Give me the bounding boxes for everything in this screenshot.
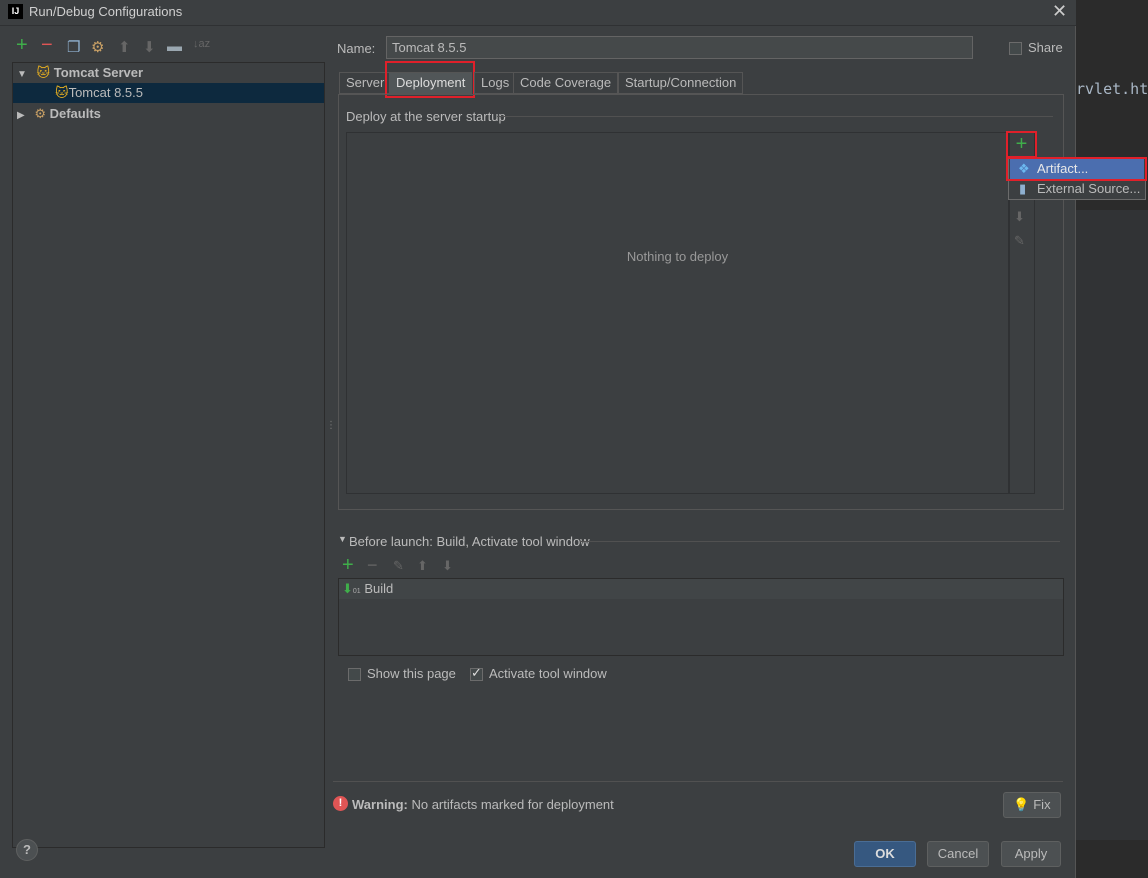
move-down-icon: ⬇: [143, 39, 156, 56]
share-checkbox[interactable]: Share: [1009, 40, 1063, 56]
edit-task-icon: ✎: [393, 558, 404, 573]
move-down-icon: ⬇: [442, 558, 453, 573]
divider: [333, 781, 1063, 782]
ok-button[interactable]: OK: [854, 841, 916, 867]
warning-text: No artifacts marked for deployment: [411, 797, 614, 812]
lightbulb-icon: 💡: [1013, 797, 1030, 812]
deploy-section-label: Deploy at the server startup: [346, 109, 506, 124]
run-debug-dialog: IJ Run/Debug Configurations ✕ + − ❐ ⚙ ⬆ …: [0, 0, 1076, 878]
folder-icon[interactable]: ▬: [167, 38, 182, 55]
show-page-checkbox[interactable]: Show this page: [348, 666, 456, 682]
copy-icon[interactable]: ❐: [67, 38, 80, 56]
tab-startup-connection[interactable]: Startup/Connection: [618, 72, 744, 94]
add-deployment-button[interactable]: +: [1006, 131, 1037, 158]
tab-code-coverage[interactable]: Code Coverage: [513, 72, 619, 94]
archive-icon: ▮: [1019, 181, 1027, 196]
fix-label: Fix: [1033, 797, 1051, 812]
before-launch-list: ⬇01 Build: [338, 578, 1064, 656]
apply-button[interactable]: Apply: [1001, 841, 1061, 867]
editor-panel: [1076, 210, 1148, 840]
empty-text: Nothing to deploy: [626, 249, 729, 264]
menu-label: External Source...: [1037, 181, 1141, 196]
collapse-arrow-icon[interactable]: ▶: [17, 110, 25, 121]
tab-logs[interactable]: Logs: [474, 72, 517, 94]
fix-button[interactable]: 💡 Fix: [1003, 792, 1061, 818]
activate-tool-checkbox[interactable]: ✓ Activate tool window: [470, 665, 607, 682]
build-icon: ⬇: [342, 581, 353, 596]
task-item-build[interactable]: ⬇01 Build: [339, 579, 1063, 599]
highlight-box: [1006, 157, 1147, 181]
splitter-handle[interactable]: ⋮: [326, 420, 336, 431]
remove-icon[interactable]: −: [41, 34, 53, 57]
collapse-arrow-icon[interactable]: ▼: [338, 534, 347, 544]
tree-item-tomcat-server[interactable]: ▼ 🐱 Tomcat Server: [13, 63, 324, 83]
sort-icon: ↓az: [193, 38, 211, 50]
remove-task-icon: −: [367, 555, 378, 575]
wrench-icon[interactable]: ⚙: [91, 38, 104, 56]
tab-server[interactable]: Server: [339, 72, 392, 94]
before-launch-label[interactable]: Before launch: Build, Activate tool wind…: [349, 534, 590, 549]
warning-icon: !: [333, 796, 348, 811]
move-down-icon: ⬇: [1014, 209, 1025, 224]
menu-item-external-source[interactable]: ▮ External Source...: [1010, 179, 1144, 199]
name-label: Name:: [337, 41, 376, 56]
wrench-icon: ⚙: [34, 106, 46, 121]
tomcat-icon: 🐱: [36, 65, 51, 80]
warning-message: Warning: No artifacts marked for deploym…: [352, 797, 614, 812]
checkbox-label: Show this page: [367, 666, 456, 681]
divider: [580, 541, 1060, 542]
tomcat-icon: 🐱: [55, 85, 69, 100]
title-bar: IJ Run/Debug Configurations ✕: [0, 0, 1076, 26]
divider: [497, 116, 1053, 117]
edit-icon: ✎: [1014, 233, 1025, 248]
add-task-icon[interactable]: +: [342, 554, 354, 577]
expand-arrow-icon[interactable]: ▼: [17, 69, 27, 80]
close-icon[interactable]: ✕: [1052, 1, 1067, 22]
config-tree: ▼ 🐱 Tomcat Server 🐱Tomcat 8.5.5 ▶ ⚙ Defa…: [12, 62, 325, 848]
window-title: Run/Debug Configurations: [29, 4, 183, 19]
help-button[interactable]: ?: [16, 839, 38, 861]
warning-bold: Warning:: [352, 797, 408, 812]
tree-label: Tomcat Server: [53, 65, 144, 80]
cancel-button[interactable]: Cancel: [927, 841, 989, 867]
tree-item-tomcat-855[interactable]: 🐱Tomcat 8.5.5: [13, 83, 324, 103]
tree-label: Defaults: [49, 106, 101, 121]
task-label: Build: [364, 581, 394, 596]
move-up-icon: ⬆: [417, 558, 428, 573]
share-label: Share: [1028, 40, 1063, 55]
checkbox-label: Activate tool window: [489, 666, 607, 681]
move-up-icon: ⬆: [118, 39, 131, 56]
name-input[interactable]: Tomcat 8.5.5: [386, 36, 973, 59]
highlight-box: [385, 61, 475, 98]
editor-background: rvlet.ht: [1076, 0, 1148, 878]
deployment-list[interactable]: Nothing to deploy: [346, 132, 1009, 494]
add-icon[interactable]: +: [16, 34, 28, 57]
editor-code: rvlet.ht: [1076, 80, 1148, 98]
tree-item-defaults[interactable]: ▶ ⚙ Defaults: [13, 104, 324, 124]
intellij-logo-icon: IJ: [8, 4, 23, 19]
tree-label: Tomcat 8.5.5: [68, 85, 143, 100]
